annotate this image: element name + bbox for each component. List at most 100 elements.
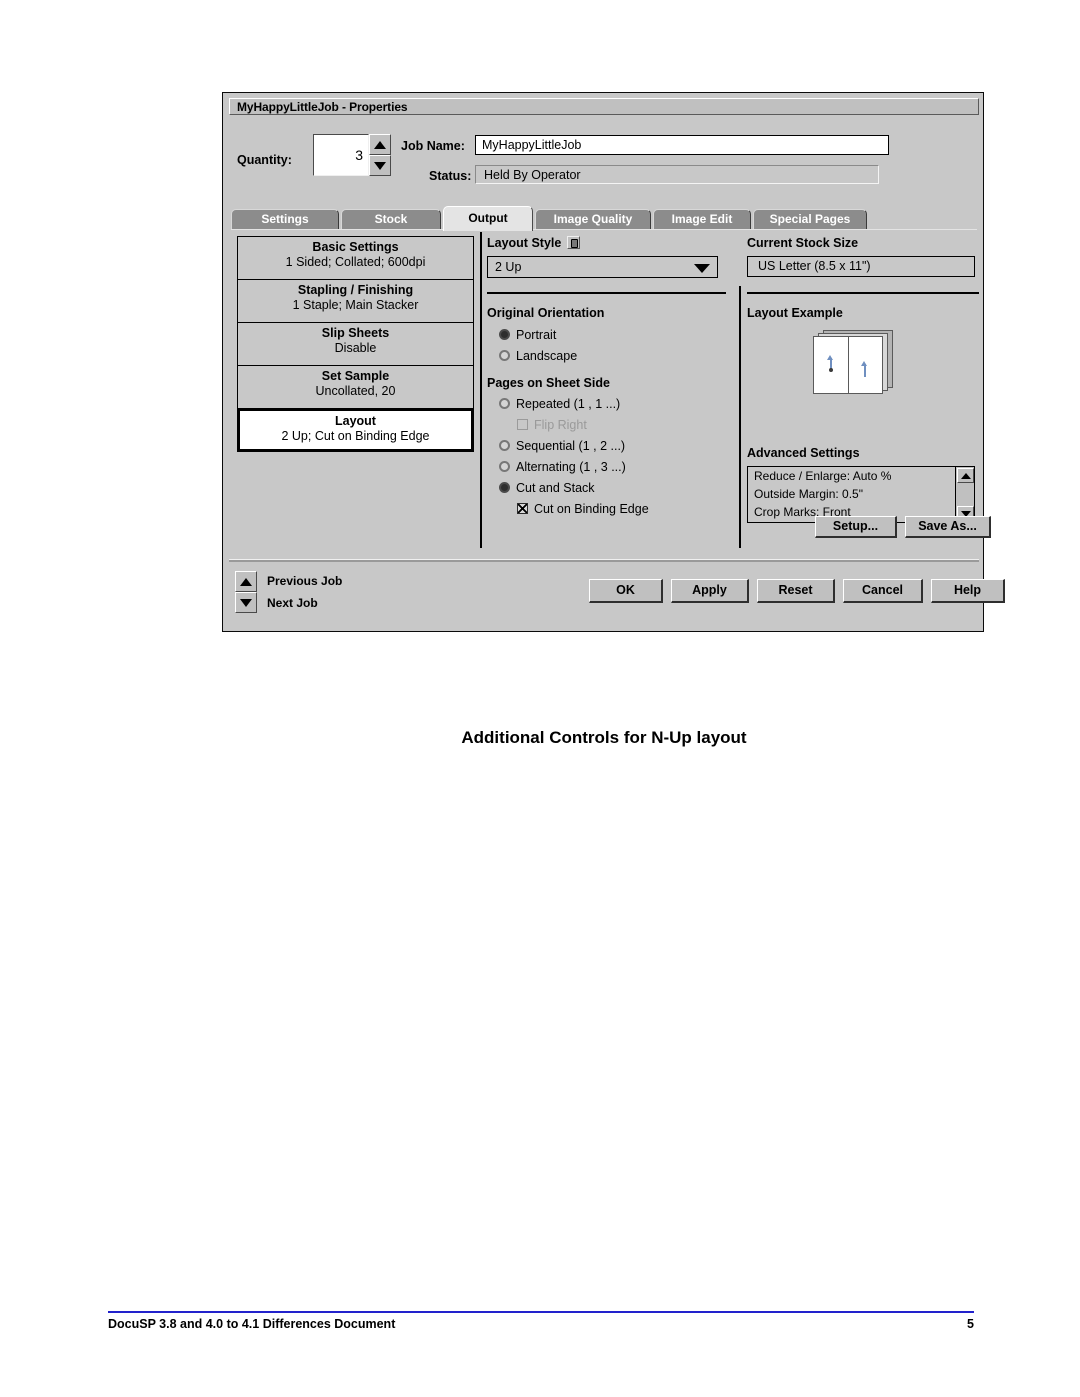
advanced-settings-item: Reduce / Enlarge: Auto % (754, 469, 892, 483)
radio-label: Alternating (1 , 3 ...) (516, 460, 626, 474)
summary-item-layout[interactable]: Layout 2 Up; Cut on Binding Edge (238, 409, 473, 451)
bottom-separator (229, 559, 979, 562)
current-stock-size-field: US Letter (8.5 x 11") (747, 256, 975, 277)
section-divider (487, 292, 726, 294)
advanced-settings-item: Outside Margin: 0.5" (754, 487, 863, 501)
apply-button[interactable]: Apply (671, 579, 749, 603)
tab-image-edit[interactable]: Image Edit (653, 209, 751, 230)
advanced-settings-scrollbar[interactable] (955, 467, 974, 522)
original-orientation-label: Original Orientation (487, 306, 605, 320)
radio-icon (499, 350, 510, 361)
quantity-increment-button[interactable] (369, 134, 391, 155)
checkbox-label: Flip Right (534, 418, 587, 432)
dialog-titlebar: MyHappyLittleJob - Properties (229, 98, 979, 115)
page-orientation-marker-left (826, 355, 835, 373)
footer-rule (108, 1311, 974, 1313)
tab-settings[interactable]: Settings (231, 209, 339, 230)
radio-label: Portrait (516, 328, 557, 342)
quantity-input[interactable]: 3 (313, 134, 369, 176)
summary-value: Uncollated, 20 (315, 384, 396, 398)
save-as-button[interactable]: Save As... (905, 516, 991, 538)
previous-job-label: Previous Job (267, 574, 343, 588)
status-value: Held By Operator (484, 168, 581, 182)
figure-screenshot: MyHappyLittleJob - Properties Quantity: … (222, 92, 1005, 747)
radio-cut-and-stack[interactable]: Cut and Stack (499, 481, 595, 495)
radio-portrait[interactable]: Portrait (499, 328, 556, 342)
page-orientation-marker-right (860, 361, 869, 379)
summary-value: 1 Staple; Main Stacker (292, 298, 419, 312)
triangle-down-icon (374, 161, 386, 170)
current-stock-size-value: US Letter (8.5 x 11") (758, 259, 871, 273)
radio-label: Landscape (516, 349, 578, 363)
summary-title: Slip Sheets (321, 326, 390, 340)
radio-repeated[interactable]: Repeated (1 , 1 ...) (499, 397, 620, 411)
quantity-stepper[interactable] (369, 134, 391, 176)
tabstrip: Settings Stock Output Image Quality Imag… (231, 206, 977, 231)
status-label: Status: (429, 169, 472, 183)
settings-summary-list: Basic Settings 1 Sided; Collated; 600dpi… (237, 236, 474, 452)
job-nav-stepper[interactable] (235, 571, 257, 613)
radio-icon (499, 440, 510, 451)
summary-item-stapling-finishing[interactable]: Stapling / Finishing 1 Staple; Main Stac… (238, 283, 473, 323)
tab-special-pages[interactable]: Special Pages (753, 209, 867, 230)
scroll-up-button[interactable] (957, 468, 974, 483)
layout-style-value: 2 Up (495, 260, 522, 274)
checkbox-cut-on-binding-edge[interactable]: Cut on Binding Edge (517, 502, 649, 516)
current-stock-size-label: Current Stock Size (747, 236, 859, 250)
job-name-input[interactable]: MyHappyLittleJob (475, 135, 889, 155)
summary-title: Set Sample (321, 369, 390, 383)
section-divider (747, 292, 979, 294)
triangle-up-icon (374, 140, 386, 149)
next-job-button[interactable] (235, 592, 257, 613)
reset-button[interactable]: Reset (757, 579, 835, 603)
summary-value: Disable (334, 341, 377, 355)
previous-job-button[interactable] (235, 571, 257, 592)
quantity-value: 3 (355, 147, 363, 163)
radio-label: Repeated (1 , 1 ...) (516, 397, 621, 411)
radio-alternating[interactable]: Alternating (1 , 3 ...) (499, 460, 626, 474)
layout-style-label: Layout Style (487, 236, 581, 250)
tab-output[interactable]: Output (443, 206, 533, 231)
output-tab-panel: Basic Settings 1 Sided; Collated; 600dpi… (231, 230, 991, 555)
ok-button[interactable]: OK (589, 579, 663, 603)
radio-icon-selected (499, 329, 510, 340)
quantity-decrement-button[interactable] (369, 155, 391, 176)
radio-icon (499, 398, 510, 409)
layout-style-dropdown[interactable]: 2 Up (487, 256, 718, 278)
pages-on-sheet-side-label: Pages on Sheet Side (487, 376, 610, 390)
figure-caption: Additional Controls for N-Up layout (461, 728, 747, 747)
quantity-label: Quantity: (237, 153, 292, 167)
radio-landscape[interactable]: Landscape (499, 349, 577, 363)
summary-item-set-sample[interactable]: Set Sample Uncollated, 20 (238, 369, 473, 409)
triangle-down-icon (240, 598, 252, 607)
summary-title: Layout (335, 414, 376, 428)
lock-icon (567, 236, 581, 249)
dialog-title: MyHappyLittleJob - Properties (237, 100, 408, 114)
triangle-up-icon (240, 577, 252, 586)
radio-icon (499, 461, 510, 472)
job-properties-dialog: MyHappyLittleJob - Properties Quantity: … (222, 92, 1005, 632)
summary-title: Basic Settings (312, 240, 399, 254)
triangle-up-icon (960, 472, 971, 479)
checkbox-flip-right[interactable]: Flip Right (517, 418, 587, 432)
checkbox-icon-checked (517, 503, 528, 514)
panel-divider-left (480, 232, 482, 548)
tab-stock[interactable]: Stock (341, 209, 441, 230)
sheet-fold-line (848, 337, 849, 393)
setup-button[interactable]: Setup... (815, 516, 897, 538)
advanced-settings-list[interactable]: Reduce / Enlarge: Auto % Outside Margin:… (747, 466, 975, 523)
cancel-button[interactable]: Cancel (843, 579, 923, 603)
footer-document-title: DocuSP 3.8 and 4.0 to 4.1 Differences Do… (108, 1317, 396, 1331)
summary-item-slip-sheets[interactable]: Slip Sheets Disable (238, 326, 473, 366)
radio-sequential[interactable]: Sequential (1 , 2 ...) (499, 439, 625, 453)
panel-divider-right (739, 286, 741, 548)
help-button[interactable]: Help (931, 579, 1005, 603)
job-name-label: Job Name: (401, 139, 465, 153)
checkbox-icon (517, 419, 528, 430)
chevron-down-icon (694, 264, 710, 273)
tab-image-quality[interactable]: Image Quality (535, 209, 651, 230)
layout-style-label-text: Layout Style (487, 236, 562, 250)
summary-value: 1 Sided; Collated; 600dpi (285, 255, 426, 269)
job-name-value: MyHappyLittleJob (482, 138, 582, 152)
summary-item-basic-settings[interactable]: Basic Settings 1 Sided; Collated; 600dpi (238, 240, 473, 280)
